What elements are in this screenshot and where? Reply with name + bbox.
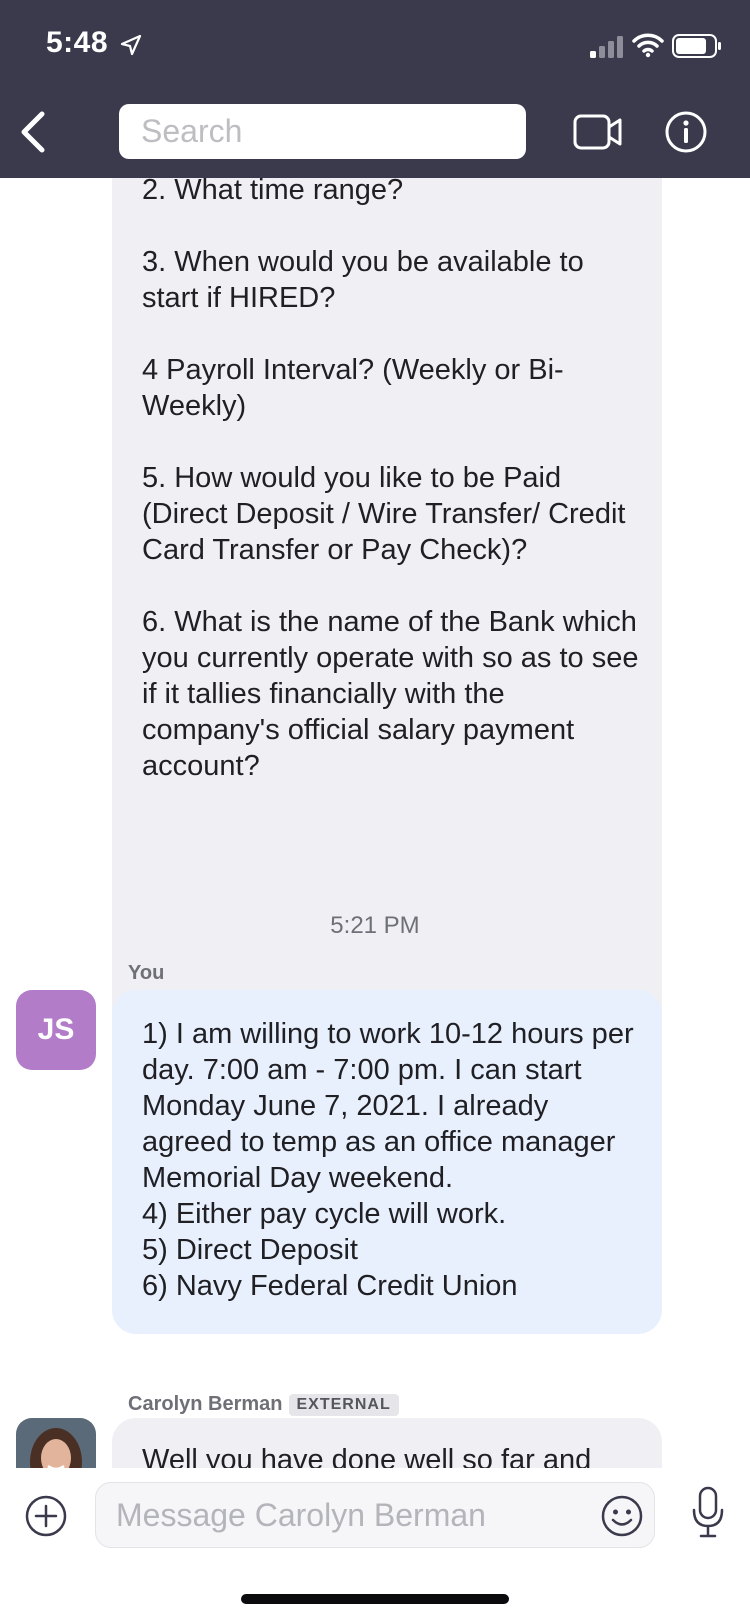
top-bar: 5:48 — [0, 0, 750, 178]
info-icon[interactable] — [664, 110, 708, 154]
search-input[interactable] — [119, 104, 526, 159]
message-list[interactable]: 2. What time range? 3. When would you be… — [0, 178, 750, 1468]
add-circle-icon[interactable] — [24, 1494, 68, 1538]
wifi-icon — [632, 33, 664, 58]
message-text: Well you have done well so far and — [142, 1444, 592, 1468]
message-composer — [0, 1468, 750, 1624]
avatar[interactable]: JS — [16, 990, 96, 1070]
sender-name: Carolyn Berman — [128, 1393, 283, 1415]
sender-row: Carolyn Berman EXTERNAL — [128, 1393, 399, 1416]
external-badge: EXTERNAL — [288, 1393, 399, 1416]
signal-icon — [590, 36, 623, 58]
message-text: 1) I am willing to work 10-12 hours per … — [142, 1018, 634, 1302]
avatar-initials: JS — [37, 1013, 75, 1046]
message-timestamp: 5:21 PM — [330, 912, 420, 939]
sender-name: You — [128, 962, 165, 984]
message-input[interactable] — [95, 1482, 655, 1548]
microphone-icon[interactable] — [690, 1486, 726, 1540]
back-button[interactable] — [14, 108, 54, 156]
video-camera-icon[interactable] — [573, 111, 623, 153]
avatar[interactable] — [16, 1418, 96, 1468]
message-text: 2. What time range? 3. When would you be… — [142, 178, 639, 782]
message-bubble-outgoing: 1) I am willing to work 10-12 hours per … — [112, 990, 662, 1334]
emoji-icon[interactable] — [600, 1494, 644, 1538]
battery-icon — [672, 34, 721, 58]
message-bubble-incoming: Well you have done well so far and — [112, 1418, 662, 1468]
status-time: 5:48 — [46, 26, 109, 59]
home-indicator — [241, 1594, 509, 1604]
location-arrow-icon — [120, 34, 142, 56]
